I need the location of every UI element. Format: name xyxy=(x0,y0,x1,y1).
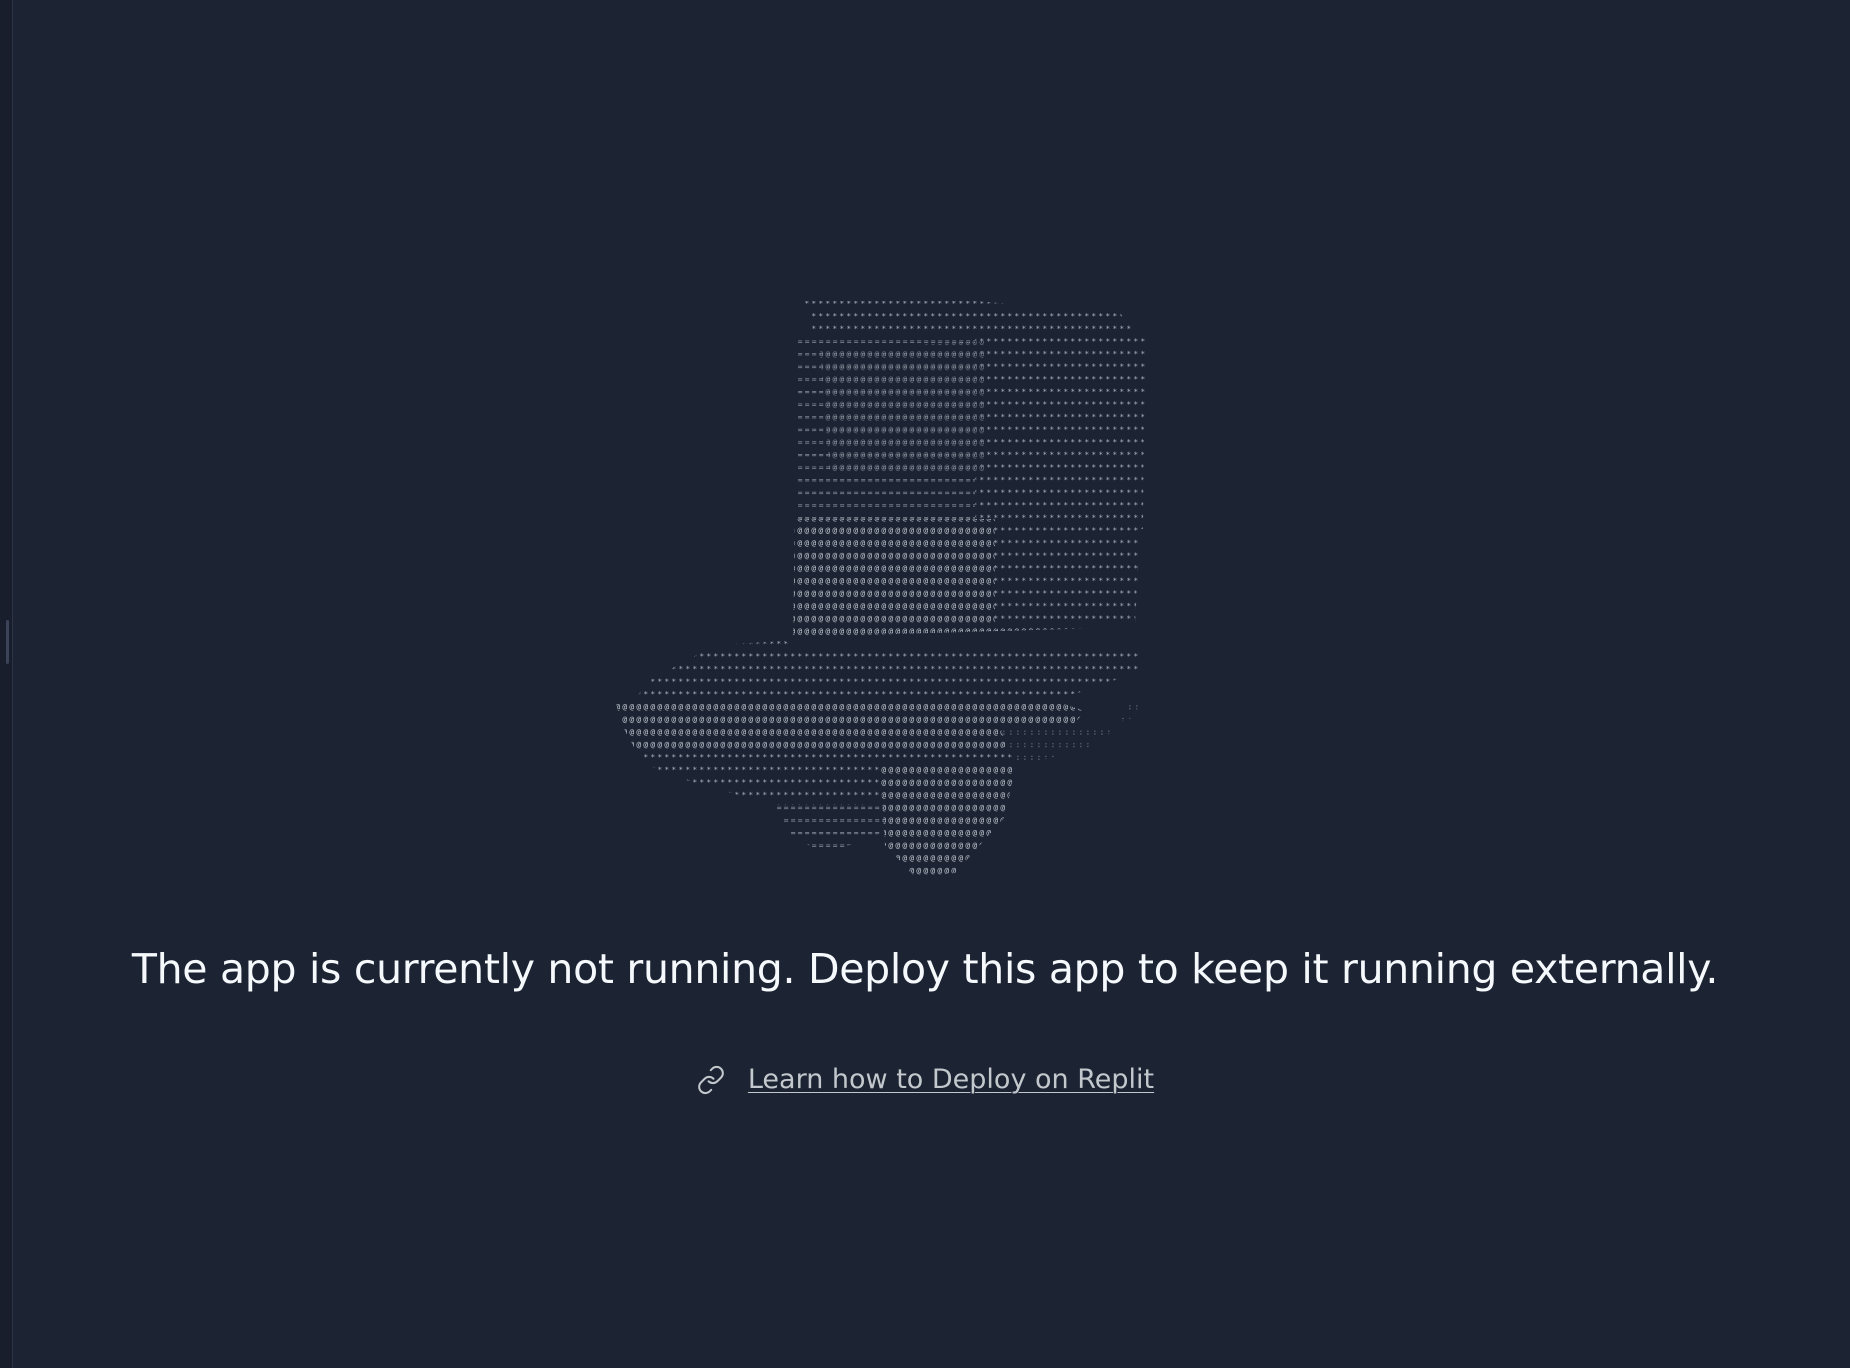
hat-crown-right xyxy=(975,331,1145,529)
app-not-running-page: @ * = : xyxy=(0,0,1850,1368)
not-running-message: The app is currently not running. Deploy… xyxy=(131,945,1719,993)
ascii-art-container: @ * = : xyxy=(0,297,1850,883)
hat-brim xyxy=(635,641,1140,701)
learn-deploy-link[interactable]: Learn how to Deploy on Replit xyxy=(748,1064,1154,1095)
hat-bowl xyxy=(880,767,1015,877)
hat-top xyxy=(805,301,1135,331)
ascii-art-top-hat-icon: @ * = : xyxy=(615,301,1145,877)
hat-band-right xyxy=(995,519,1140,629)
link-icon xyxy=(696,1065,726,1095)
hat-crown-dark xyxy=(820,341,985,477)
learn-link-row: Learn how to Deploy on Replit xyxy=(0,1064,1850,1095)
